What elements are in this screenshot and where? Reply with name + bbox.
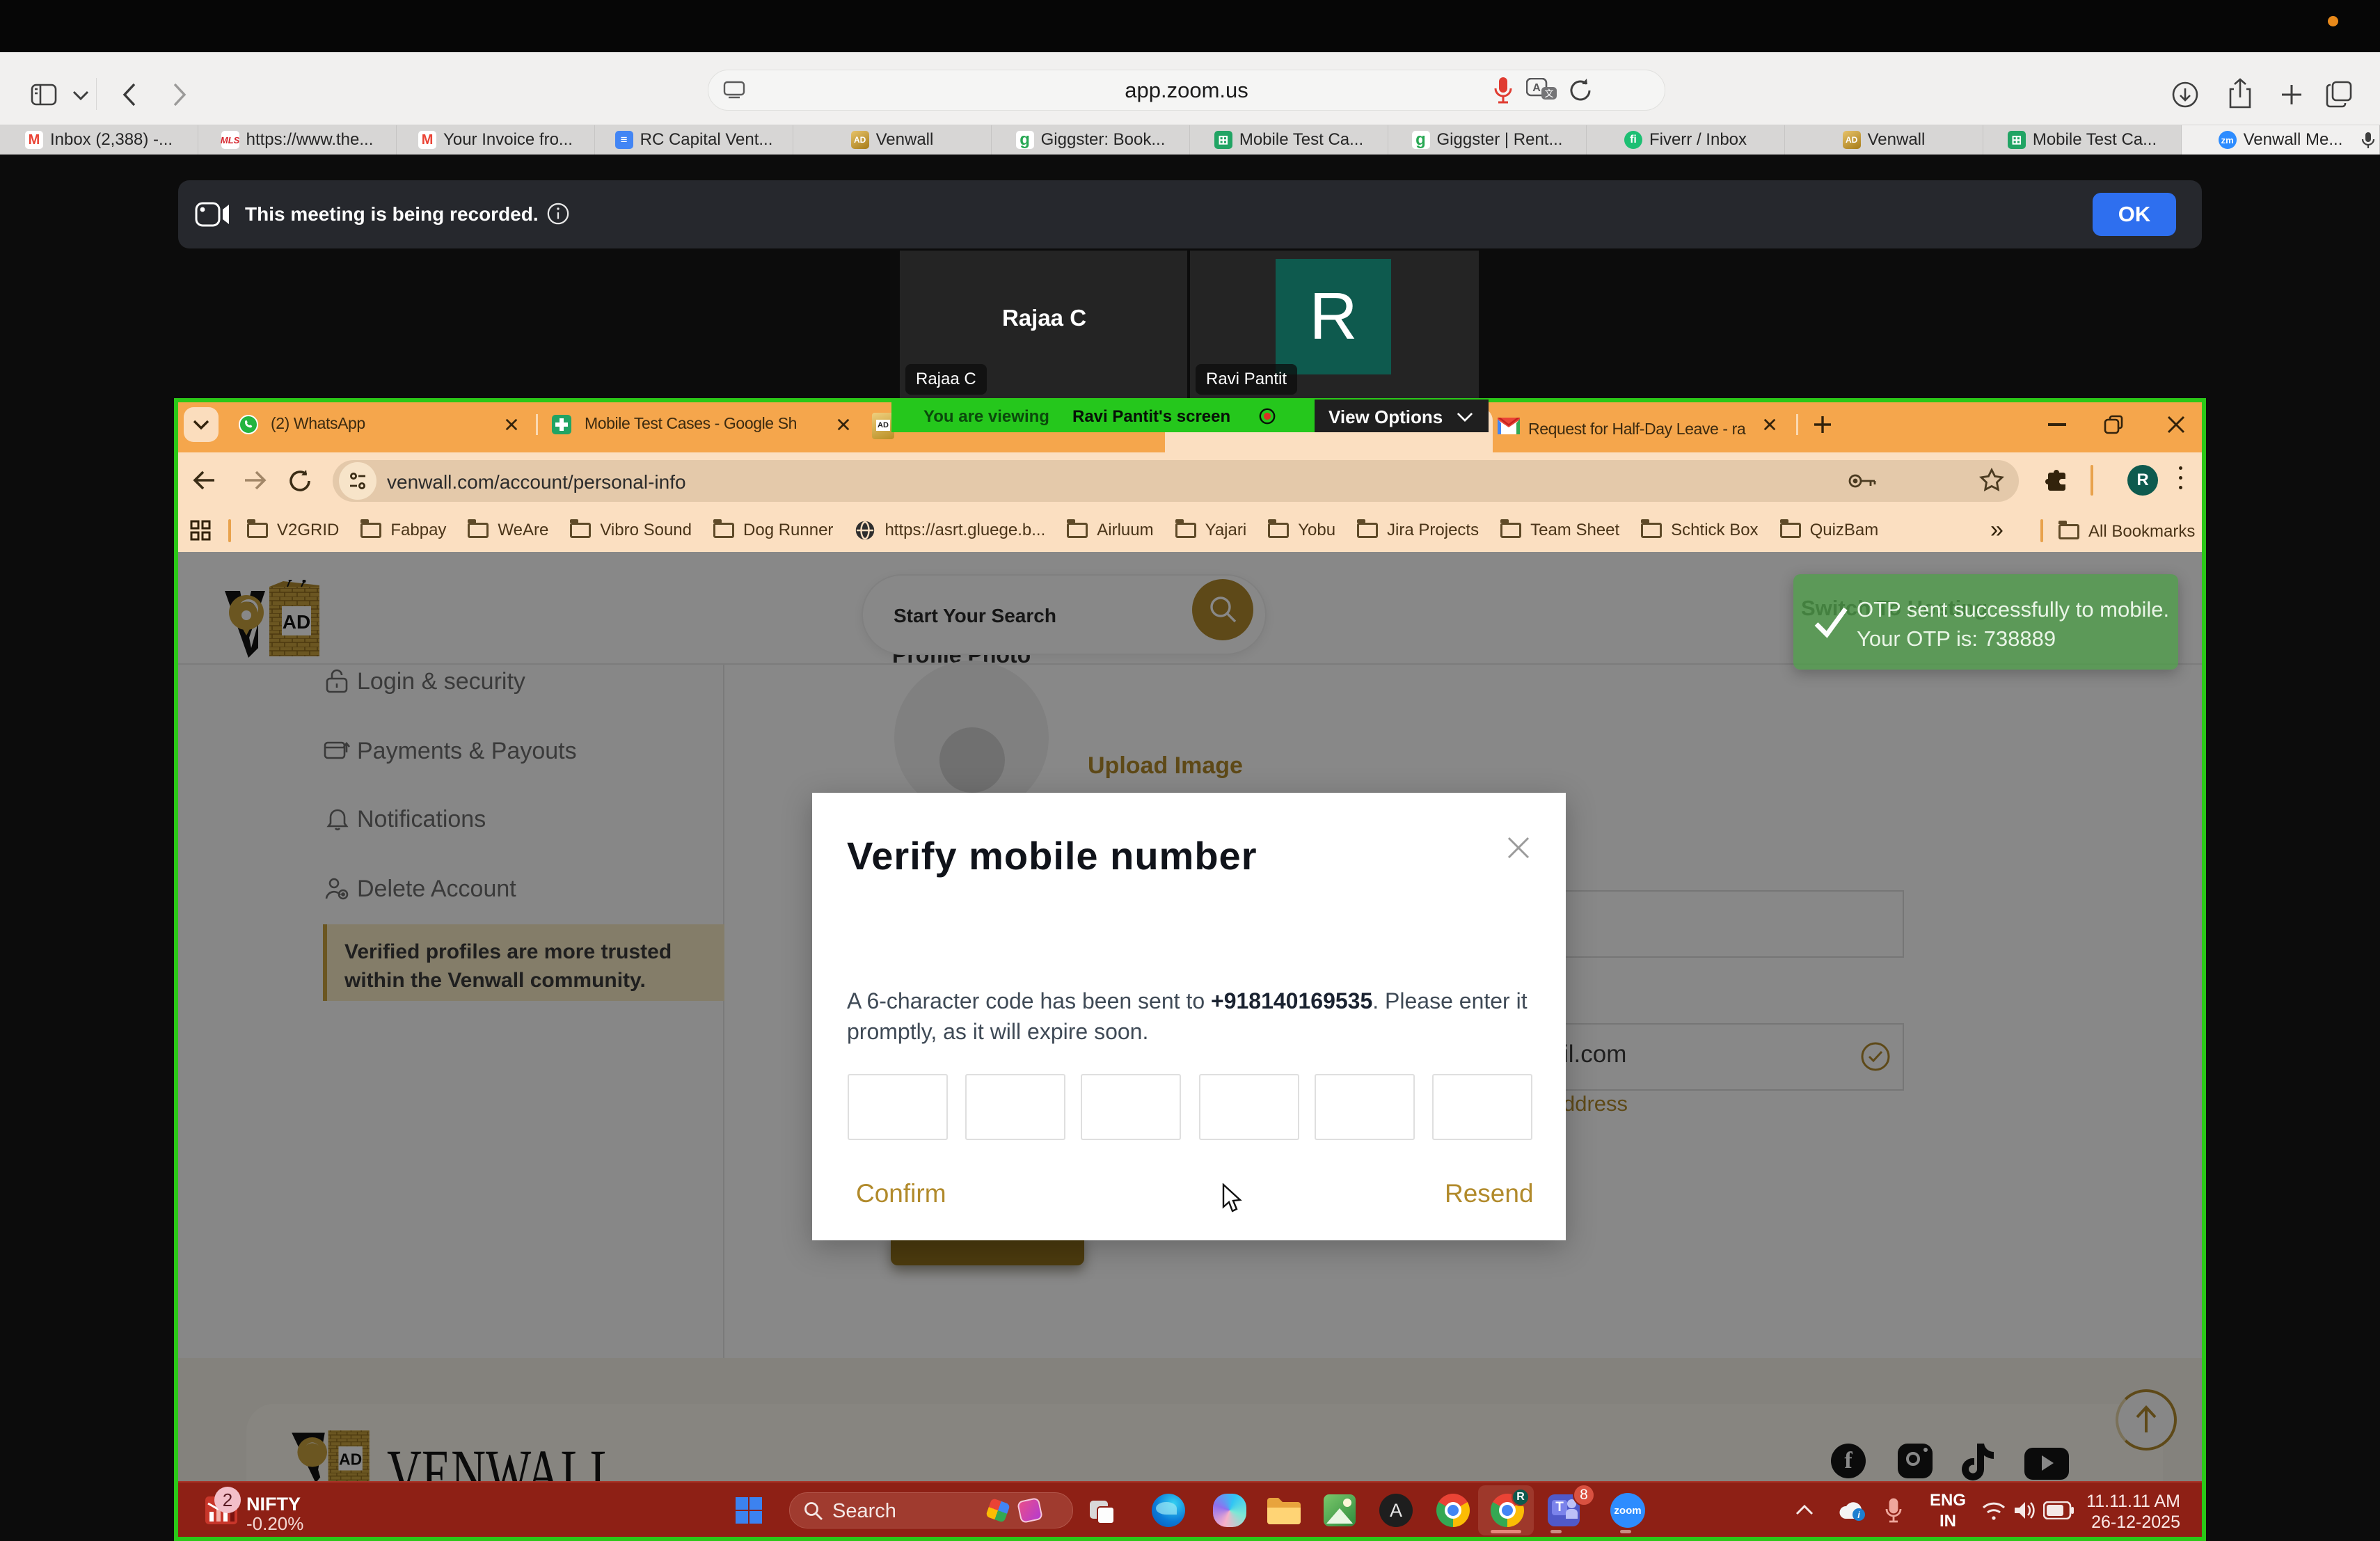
svg-text:i: i	[1857, 1510, 1860, 1520]
svg-text:文: 文	[1544, 88, 1553, 99]
svg-text:A: A	[1532, 82, 1541, 94]
